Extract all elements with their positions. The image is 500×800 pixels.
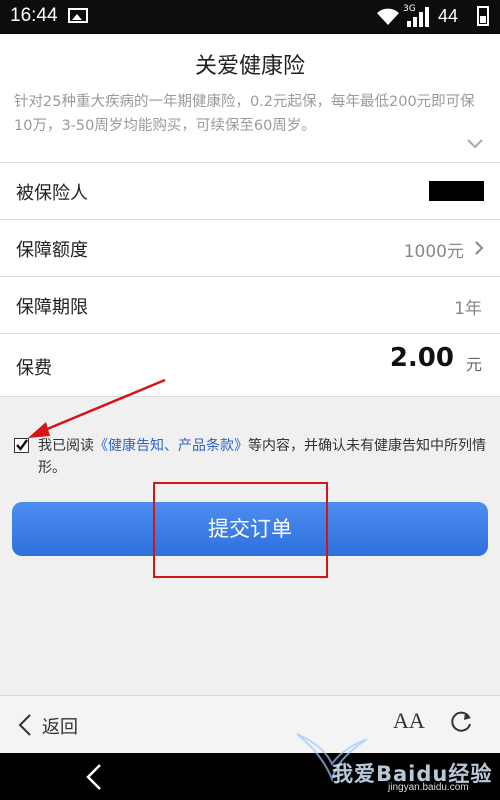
coverage-label: 保障额度: [16, 240, 88, 261]
browser-toolbar: 返回 AA: [0, 695, 500, 754]
system-nav-bar: [0, 753, 500, 800]
font-size-icon[interactable]: AA: [393, 708, 425, 734]
product-description: 针对25种重大疾病的一年期健康险，0.2元起保，每年最低200元即可保10万，3…: [14, 94, 475, 134]
insured-name-redacted: [429, 181, 484, 201]
chevron-right-icon: [475, 241, 484, 255]
nav-back-icon[interactable]: [85, 763, 103, 791]
battery-level: 44: [438, 6, 459, 26]
status-bar: 16:44 3G 44: [0, 0, 500, 34]
image-notification-icon: [68, 8, 88, 23]
period-label: 保障期限: [16, 297, 88, 318]
premium-amount: 2.00: [389, 343, 454, 373]
terms-link[interactable]: 《健康告知、产品条款》: [94, 438, 248, 454]
status-time: 16:44: [10, 5, 58, 26]
back-label: 返回: [42, 717, 78, 738]
agreement-text: 我已阅读《健康告知、产品条款》等内容，并确认未有健康告知中所列情形。: [38, 435, 486, 479]
chevron-left-icon: [18, 714, 31, 736]
refresh-icon[interactable]: [448, 709, 474, 735]
period-value: 1年: [454, 299, 482, 319]
expand-chevron-icon[interactable]: [466, 138, 484, 150]
period-row: 保障期限 1年: [0, 277, 500, 334]
insured-label: 被保险人: [16, 183, 88, 204]
annotation-highlight-box: [153, 482, 328, 578]
product-title: 关爱健康险: [194, 54, 305, 79]
product-card: 关爱健康险 针对25种重大疾病的一年期健康险，0.2元起保，每年最低200元即可…: [0, 34, 500, 163]
agreement-prefix: 我已阅读: [38, 438, 94, 454]
agreement-checkbox[interactable]: [14, 438, 29, 453]
wifi-icon: [377, 8, 399, 25]
premium-row: 保费 2.00 元: [0, 334, 500, 397]
battery-icon: [477, 6, 489, 26]
coverage-value: 1000元: [403, 242, 464, 262]
premium-label: 保费: [16, 358, 52, 379]
premium-unit: 元: [465, 355, 482, 374]
checkmark-icon: [16, 439, 28, 451]
signal-icon: [407, 7, 429, 27]
insured-row[interactable]: 被保险人: [0, 163, 500, 220]
coverage-row[interactable]: 保障额度 1000元: [0, 220, 500, 277]
